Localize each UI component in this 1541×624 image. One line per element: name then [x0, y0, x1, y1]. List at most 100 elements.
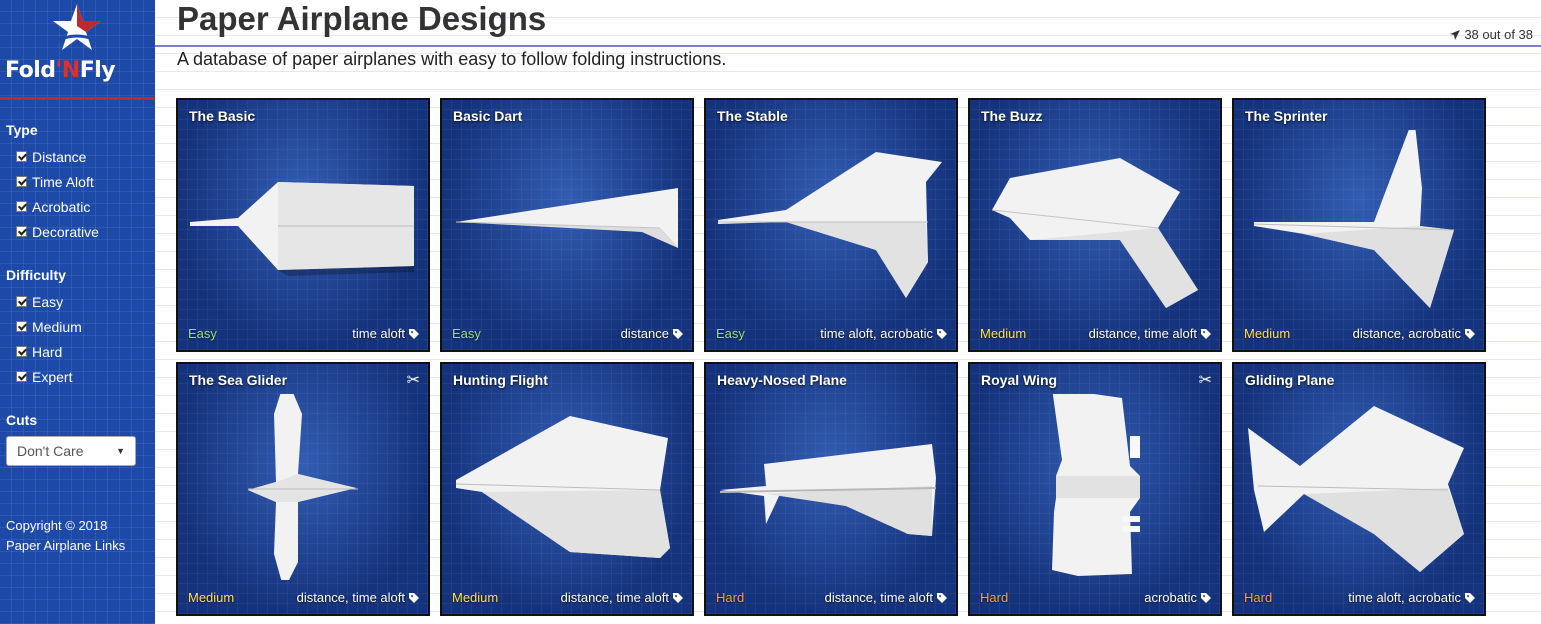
filter-decorative[interactable]: Decorative [6, 219, 99, 244]
copyright: Copyright © 2018 Paper Airplane Links [6, 516, 125, 556]
airplane-image [1253, 130, 1455, 308]
card-tags: time aloft [352, 326, 420, 341]
brand-underline [0, 97, 155, 100]
card-tags: distance, time aloft [1089, 326, 1212, 341]
card-title: Basic Dart [453, 108, 523, 124]
checkbox-checked-icon[interactable] [16, 226, 27, 237]
tag-icon [409, 592, 419, 603]
airplane-card[interactable]: Royal Wing ✂ Hard acrobatic [968, 362, 1222, 616]
type-filter-title: Type [6, 122, 38, 138]
brand-name: Fold'NFly [5, 58, 116, 83]
difficulty-filter-title: Difficulty [6, 267, 66, 283]
card-difficulty: Medium [980, 326, 1027, 341]
tag-icon [1201, 328, 1211, 339]
page-title: Paper Airplane Designs [177, 0, 547, 37]
airplane-card[interactable]: The Sprinter Medium distance, acrobatic [1232, 98, 1486, 352]
tag-icon [937, 328, 947, 339]
card-difficulty: Hard [1244, 590, 1273, 605]
airplane-image [1248, 406, 1464, 572]
brand-logo[interactable]: Fold'NFly [0, 0, 155, 100]
difficulty-filter-group: Difficulty Easy Medium Hard Expert [6, 267, 82, 389]
checkbox-checked-icon[interactable] [16, 346, 27, 357]
card-tags: distance, acrobatic [1353, 326, 1476, 341]
filter-medium[interactable]: Medium [6, 314, 82, 339]
filter-hard[interactable]: Hard [6, 339, 82, 364]
card-difficulty: Easy [716, 326, 745, 341]
airplane-image [1052, 394, 1140, 576]
tag-icon [1201, 592, 1211, 603]
airplane-card[interactable]: The Basic Easy time aloft [176, 98, 430, 352]
page-subtitle: A database of paper airplanes with easy … [177, 49, 727, 69]
filter-easy[interactable]: Easy [6, 289, 82, 314]
airplane-card[interactable]: The Sea Glider ✂ Medium distance, time a… [176, 362, 430, 616]
copyright-text: Copyright © 2018 [6, 518, 108, 533]
card-difficulty: Easy [188, 326, 217, 341]
result-count-text: 38 out of 38 [1464, 27, 1533, 42]
cuts-filter-group: Cuts [6, 412, 37, 434]
scissors-icon: ✂ [406, 372, 420, 389]
star-icon [53, 4, 101, 50]
cuts-select[interactable]: Don't Care ▼ [6, 436, 136, 466]
card-title: Gliding Plane [1245, 372, 1335, 388]
card-difficulty: Hard [980, 590, 1009, 605]
card-title: The Basic [189, 108, 256, 124]
checkbox-checked-icon[interactable] [16, 321, 27, 332]
airplane-image [190, 182, 414, 276]
card-tags: distance, time aloft [825, 590, 948, 605]
airplane-icon [1450, 29, 1461, 40]
cuts-select-value: Don't Care [17, 443, 84, 459]
airplane-image [719, 444, 937, 536]
airplane-image [248, 394, 358, 580]
card-tags: distance, time aloft [297, 590, 420, 605]
card-title: Royal Wing [981, 372, 1058, 388]
checkbox-checked-icon[interactable] [16, 371, 27, 382]
checkbox-checked-icon[interactable] [16, 176, 27, 187]
result-count: 38 out of 38 [1449, 27, 1533, 42]
checkbox-checked-icon[interactable] [16, 201, 27, 212]
airplane-image [991, 158, 1198, 308]
filter-acrobatic[interactable]: Acrobatic [6, 194, 99, 219]
tag-icon [409, 328, 419, 339]
tag-icon [937, 592, 947, 603]
airplane-card[interactable]: Hunting Flight Medium distance, time alo… [440, 362, 694, 616]
type-filter-group: Type Distance Time Aloft Acrobatic Decor… [6, 122, 99, 244]
card-title: The Sea Glider [189, 372, 288, 388]
card-difficulty: Medium [452, 590, 499, 605]
card-tags: distance [621, 326, 684, 341]
card-title: Heavy-Nosed Plane [717, 372, 847, 388]
sidebar: Fold'NFly Type Distance Time Aloft Acrob… [0, 0, 155, 624]
card-title: The Sprinter [1245, 108, 1328, 124]
card-tags: time aloft, acrobatic [1348, 590, 1476, 605]
card-tags: time aloft, acrobatic [820, 326, 948, 341]
card-difficulty: Hard [716, 590, 745, 605]
checkbox-checked-icon[interactable] [16, 151, 27, 162]
airplane-card[interactable]: The Stable Easy time aloft, acrobatic [704, 98, 958, 352]
card-difficulty: Medium [188, 590, 235, 605]
checkbox-checked-icon[interactable] [16, 296, 27, 307]
card-title: The Buzz [981, 108, 1043, 124]
card-tags: acrobatic [1144, 590, 1212, 605]
card-difficulty: Easy [452, 326, 481, 341]
airplane-card[interactable]: Heavy-Nosed Plane Hard distance, time al… [704, 362, 958, 616]
tag-icon [1465, 328, 1475, 339]
airplane-image [718, 152, 942, 298]
card-difficulty: Medium [1244, 326, 1291, 341]
airplane-card[interactable]: Gliding Plane Hard time aloft, acrobatic [1232, 362, 1486, 616]
copyright-link[interactable]: Paper Airplane Links [6, 536, 125, 556]
scissors-icon: ✂ [1198, 372, 1212, 389]
filter-expert[interactable]: Expert [6, 364, 82, 389]
header-divider [155, 45, 1541, 47]
card-title: The Stable [717, 108, 788, 124]
chevron-down-icon: ▼ [116, 446, 125, 456]
card-tags: distance, time aloft [561, 590, 684, 605]
filter-time-aloft[interactable]: Time Aloft [6, 169, 99, 194]
airplane-card[interactable]: The Buzz Medium distance, time aloft [968, 98, 1222, 352]
airplane-image [455, 416, 670, 558]
tag-icon [1465, 592, 1475, 603]
airplane-image [455, 188, 678, 248]
airplane-card[interactable]: Basic Dart Easy distance [440, 98, 694, 352]
card-title: Hunting Flight [453, 372, 548, 388]
tag-icon [673, 328, 683, 339]
cuts-filter-title: Cuts [6, 412, 38, 428]
filter-distance[interactable]: Distance [6, 144, 99, 169]
